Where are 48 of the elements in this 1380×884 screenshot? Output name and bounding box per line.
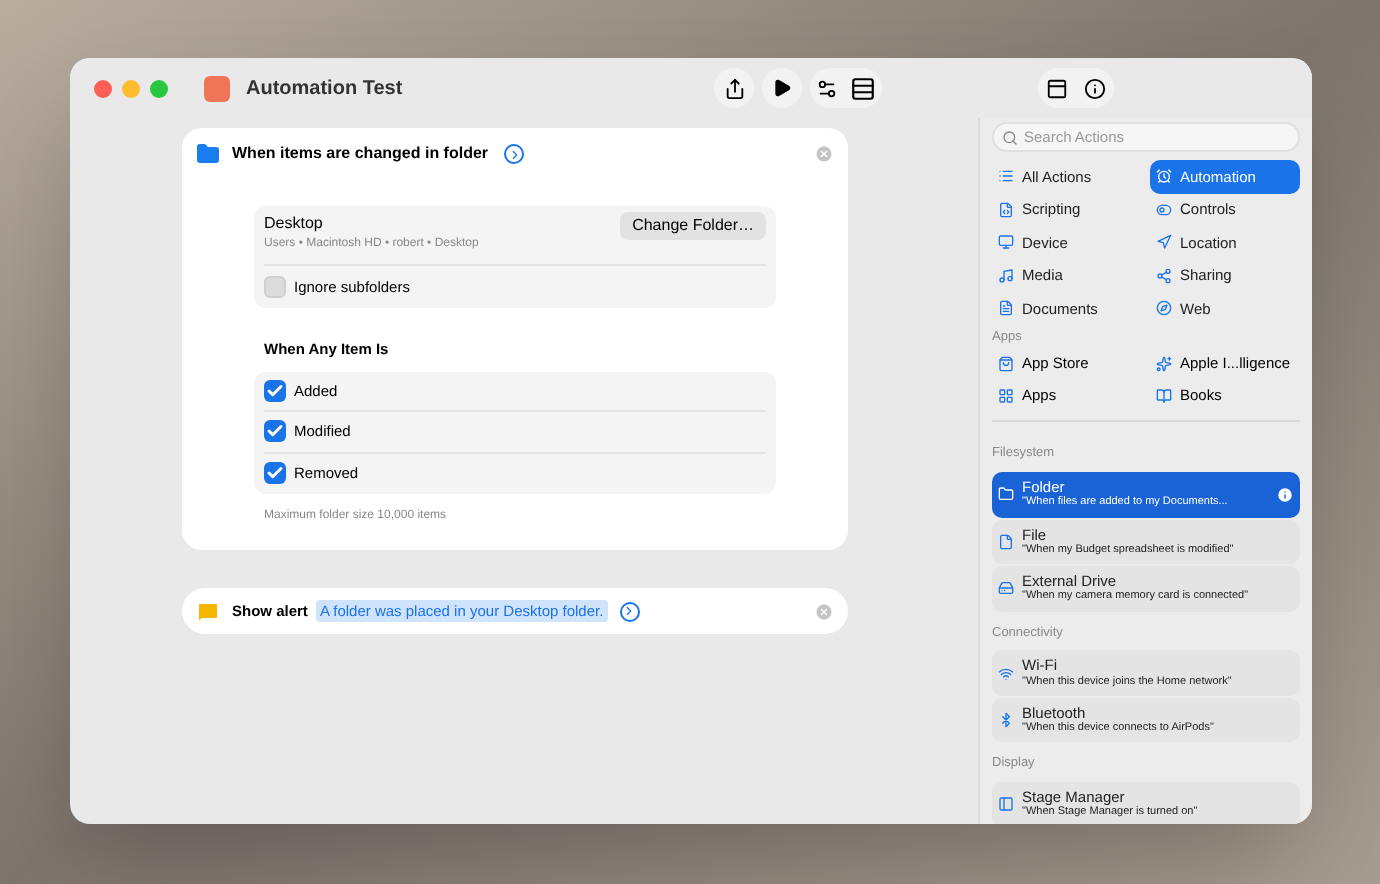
chevron-icon xyxy=(622,604,637,618)
wifi-icon xyxy=(998,665,1014,681)
checkbox[interactable] xyxy=(264,462,286,485)
play-icon xyxy=(772,78,793,98)
monitor-icon xyxy=(998,234,1014,251)
search-icon xyxy=(1002,129,1018,145)
check-icon xyxy=(266,422,284,441)
check-icon xyxy=(266,381,284,400)
close-button[interactable] xyxy=(94,79,112,97)
folder-name: Desktop xyxy=(264,212,325,236)
expand-button[interactable] xyxy=(619,601,640,621)
script-icon xyxy=(998,201,1014,218)
change-folder-button[interactable]: Change Folder… xyxy=(620,212,766,240)
settings-icon[interactable] xyxy=(816,77,839,99)
sidebar-panel-icon xyxy=(998,796,1014,813)
folder-icon xyxy=(998,486,1014,503)
drive-icon xyxy=(998,580,1014,597)
share-button[interactable] xyxy=(714,68,755,108)
music-note-icon xyxy=(998,267,1014,284)
checkbox[interactable] xyxy=(264,276,286,299)
book-icon xyxy=(1156,388,1172,404)
run-button[interactable] xyxy=(762,68,803,108)
list-icon xyxy=(998,168,1014,185)
expand-button[interactable] xyxy=(504,144,525,164)
share-icon xyxy=(1156,267,1172,284)
chevron-icon xyxy=(507,147,522,161)
bag-icon xyxy=(998,355,1014,371)
panel-icon[interactable] xyxy=(1046,77,1069,99)
alarm-clock-icon xyxy=(1156,168,1172,185)
rows-icon[interactable] xyxy=(850,75,877,101)
info-icon[interactable] xyxy=(1084,77,1107,99)
check-icon xyxy=(266,464,284,483)
document-icon xyxy=(998,300,1014,317)
window-title: Automation Test xyxy=(246,75,403,103)
folder-icon xyxy=(196,142,220,166)
arrow-icon xyxy=(1156,234,1172,251)
bluetooth-icon xyxy=(998,712,1014,728)
alert-icon xyxy=(196,599,220,623)
app-icon xyxy=(204,75,230,101)
file-icon xyxy=(998,533,1014,550)
checkbox[interactable] xyxy=(264,420,286,443)
trigger-title: When items are changed in folder xyxy=(232,142,489,166)
share-icon xyxy=(723,77,746,99)
checkbox[interactable] xyxy=(264,379,286,402)
grid-icon xyxy=(998,388,1014,404)
compass-icon xyxy=(1156,300,1172,317)
sparkle-icon xyxy=(1156,355,1172,371)
toggle-icon xyxy=(1156,201,1172,218)
